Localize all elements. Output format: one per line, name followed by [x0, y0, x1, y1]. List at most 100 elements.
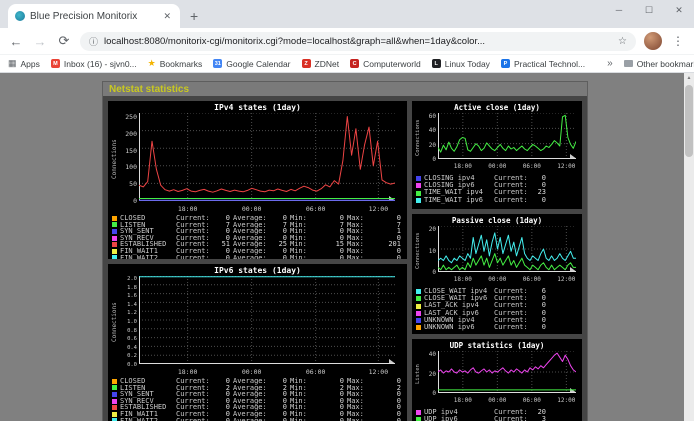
y-tick-label: 10: [429, 248, 436, 255]
x-tick-label: 06:00: [306, 205, 326, 213]
other-bookmarks[interactable]: Other bookmarks: [624, 59, 694, 69]
bookmark-label: Linux Today: [445, 59, 490, 69]
x-tick-label: 12:00: [557, 163, 575, 170]
legend-value: 0: [326, 418, 344, 421]
chart-plot[interactable]: [438, 226, 576, 272]
maximize-button[interactable]: ☐: [634, 0, 664, 20]
bookmarks-items: ▦Apps MInbox (16) - sjvn0... ★Bookmarks 31 G…: [8, 59, 585, 69]
legend-color-swatch: [112, 216, 117, 221]
legend-value: 0: [326, 255, 344, 259]
legend-col-label: Average:: [233, 418, 269, 421]
x-tick-label: 18:00: [454, 163, 472, 170]
y-tick-label: 0.8: [127, 328, 137, 334]
bookmark-star[interactable]: ★Bookmarks: [148, 59, 203, 69]
legend-value: 0: [530, 324, 546, 331]
chart-title: IPv6 states (1day): [110, 266, 405, 276]
legend-col-label: Current:: [494, 197, 530, 204]
browser-tab[interactable]: Blue Precision Monitorix ✕: [8, 4, 180, 28]
legend-color-swatch: [112, 255, 117, 259]
legend-col-label: Max:: [347, 255, 383, 259]
computerworld-icon: C: [350, 59, 359, 68]
legend-value: 0: [212, 255, 230, 259]
y-tick-labels: 20100: [422, 226, 438, 276]
y-tick-labels: 2.01.81.61.41.21.00.80.60.40.20.0: [119, 276, 139, 368]
scroll-up-button[interactable]: ▲: [684, 73, 694, 83]
y-axis-label: Listen: [414, 351, 422, 397]
legend-color-swatch: [416, 417, 421, 421]
bookmark-label: Bookmarks: [160, 59, 203, 69]
y-tick-labels: 6040200: [422, 113, 438, 163]
scrollbar-thumb[interactable]: [685, 85, 693, 157]
address-bar[interactable]: ⓘ localhost:8080/monitorix-cgi/monitorix…: [80, 32, 636, 51]
calendar-icon: 31: [213, 59, 222, 68]
legend-color-swatch: [416, 311, 421, 316]
forward-icon[interactable]: →: [32, 34, 48, 49]
legend-name: FIN_WAIT2: [120, 255, 176, 259]
chart-plot[interactable]: [139, 276, 395, 364]
profile-avatar[interactable]: [644, 32, 662, 50]
bookmark-star-icon[interactable]: ☆: [618, 36, 627, 47]
folder-icon: [624, 60, 633, 67]
site-info-icon[interactable]: ⓘ: [89, 35, 98, 48]
browser-menu-icon[interactable]: ⋮: [670, 34, 686, 48]
chart-panel-active-close: Active close (1day)Connections604020018:…: [412, 101, 582, 209]
x-tick-label: 18:00: [178, 205, 198, 213]
charts-column-left: IPv4 states (1day)Connections25020015010…: [108, 101, 407, 421]
x-tick-label: 06:00: [306, 368, 326, 376]
plot-area: [438, 351, 576, 397]
back-icon[interactable]: ←: [8, 34, 24, 49]
minimize-button[interactable]: ─: [604, 0, 634, 20]
page-content: Netstat statistics IPv4 states (1day)Con…: [0, 73, 694, 421]
x-tick-label: 18:00: [178, 368, 198, 376]
chart-plot[interactable]: [139, 113, 395, 201]
window-controls: ─ ☐ ✕: [604, 0, 694, 20]
bookmarks-overflow-icon[interactable]: »: [607, 58, 613, 69]
series-CLOSE_WAIT-ipv6: [438, 254, 576, 270]
close-button[interactable]: ✕: [664, 0, 694, 20]
tab-close-icon[interactable]: ✕: [161, 11, 173, 22]
bookmark-linuxtoday[interactable]: L Linux Today: [432, 59, 490, 69]
bookmark-apps-grid[interactable]: ▦Apps: [8, 59, 40, 69]
x-tick-label: 00:00: [242, 368, 262, 376]
legend-value: 0: [383, 255, 401, 259]
reload-icon[interactable]: ⟳: [56, 33, 72, 49]
monitorix-content: Netstat statistics IPv4 states (1day)Con…: [102, 81, 588, 421]
x-tick-label: 00:00: [488, 397, 506, 404]
chart-title: UDP statistics (1day): [414, 341, 580, 351]
charts-column-right: Active close (1day)Connections604020018:…: [412, 101, 582, 421]
y-tick-label: 40: [429, 351, 436, 358]
chart-panel-ipv4-states: IPv4 states (1day)Connections25020015010…: [108, 101, 407, 259]
bookmark-practicaltech[interactable]: PPractical Technol...: [501, 59, 585, 69]
bookmark-label: Google Calendar: [226, 59, 290, 69]
url-text[interactable]: localhost:8080/monitorix-cgi/monitorix.c…: [104, 36, 612, 47]
legend-col-label: Min:: [290, 418, 326, 421]
legend-color-swatch: [112, 229, 117, 234]
legend-color-swatch: [112, 412, 117, 417]
chart-plot[interactable]: [438, 113, 576, 159]
browser-window: Blue Precision Monitorix ✕ + ─ ☐ ✕ ← → ⟳…: [0, 0, 694, 421]
legend-color-swatch: [112, 236, 117, 241]
y-tick-label: 100: [125, 163, 137, 171]
x-tick-label: 18:00: [454, 276, 472, 283]
chart-panel-passive-close: Passive close (1day)Connections2010018:0…: [412, 214, 582, 334]
legend-color-swatch: [112, 242, 117, 247]
bookmark-zdnet[interactable]: ZZDNet: [302, 59, 340, 69]
y-tick-label: 20: [429, 371, 436, 378]
bookmark-computerworld[interactable]: CComputerworld: [350, 59, 421, 69]
chart-title: IPv4 states (1day): [110, 103, 405, 113]
x-tick-labels: 18:0000:0006:0012:00: [438, 163, 576, 171]
legend-name: UNKNOWN ipv6: [424, 324, 494, 331]
bookmark-calendar[interactable]: 31 Google Calendar: [213, 59, 290, 69]
y-tick-label: 1.8: [127, 285, 137, 291]
legend-color-swatch: [112, 222, 117, 227]
chart-legend: CLOSE_WAIT ipv4Current:6CLOSE_WAIT ipv6C…: [414, 288, 580, 331]
y-tick-label: 1.2: [127, 310, 137, 316]
legend-color-swatch: [112, 249, 117, 254]
chart-plot[interactable]: [438, 351, 576, 393]
legend-name: FIN_WAIT2: [120, 418, 176, 421]
legend-col-label: Average:: [233, 255, 269, 259]
new-tab-button[interactable]: +: [190, 8, 198, 24]
linuxtoday-icon: L: [432, 59, 441, 68]
bookmark-gmail[interactable]: MInbox (16) - sjvn0...: [51, 59, 137, 69]
legend-color-swatch: [416, 198, 421, 203]
